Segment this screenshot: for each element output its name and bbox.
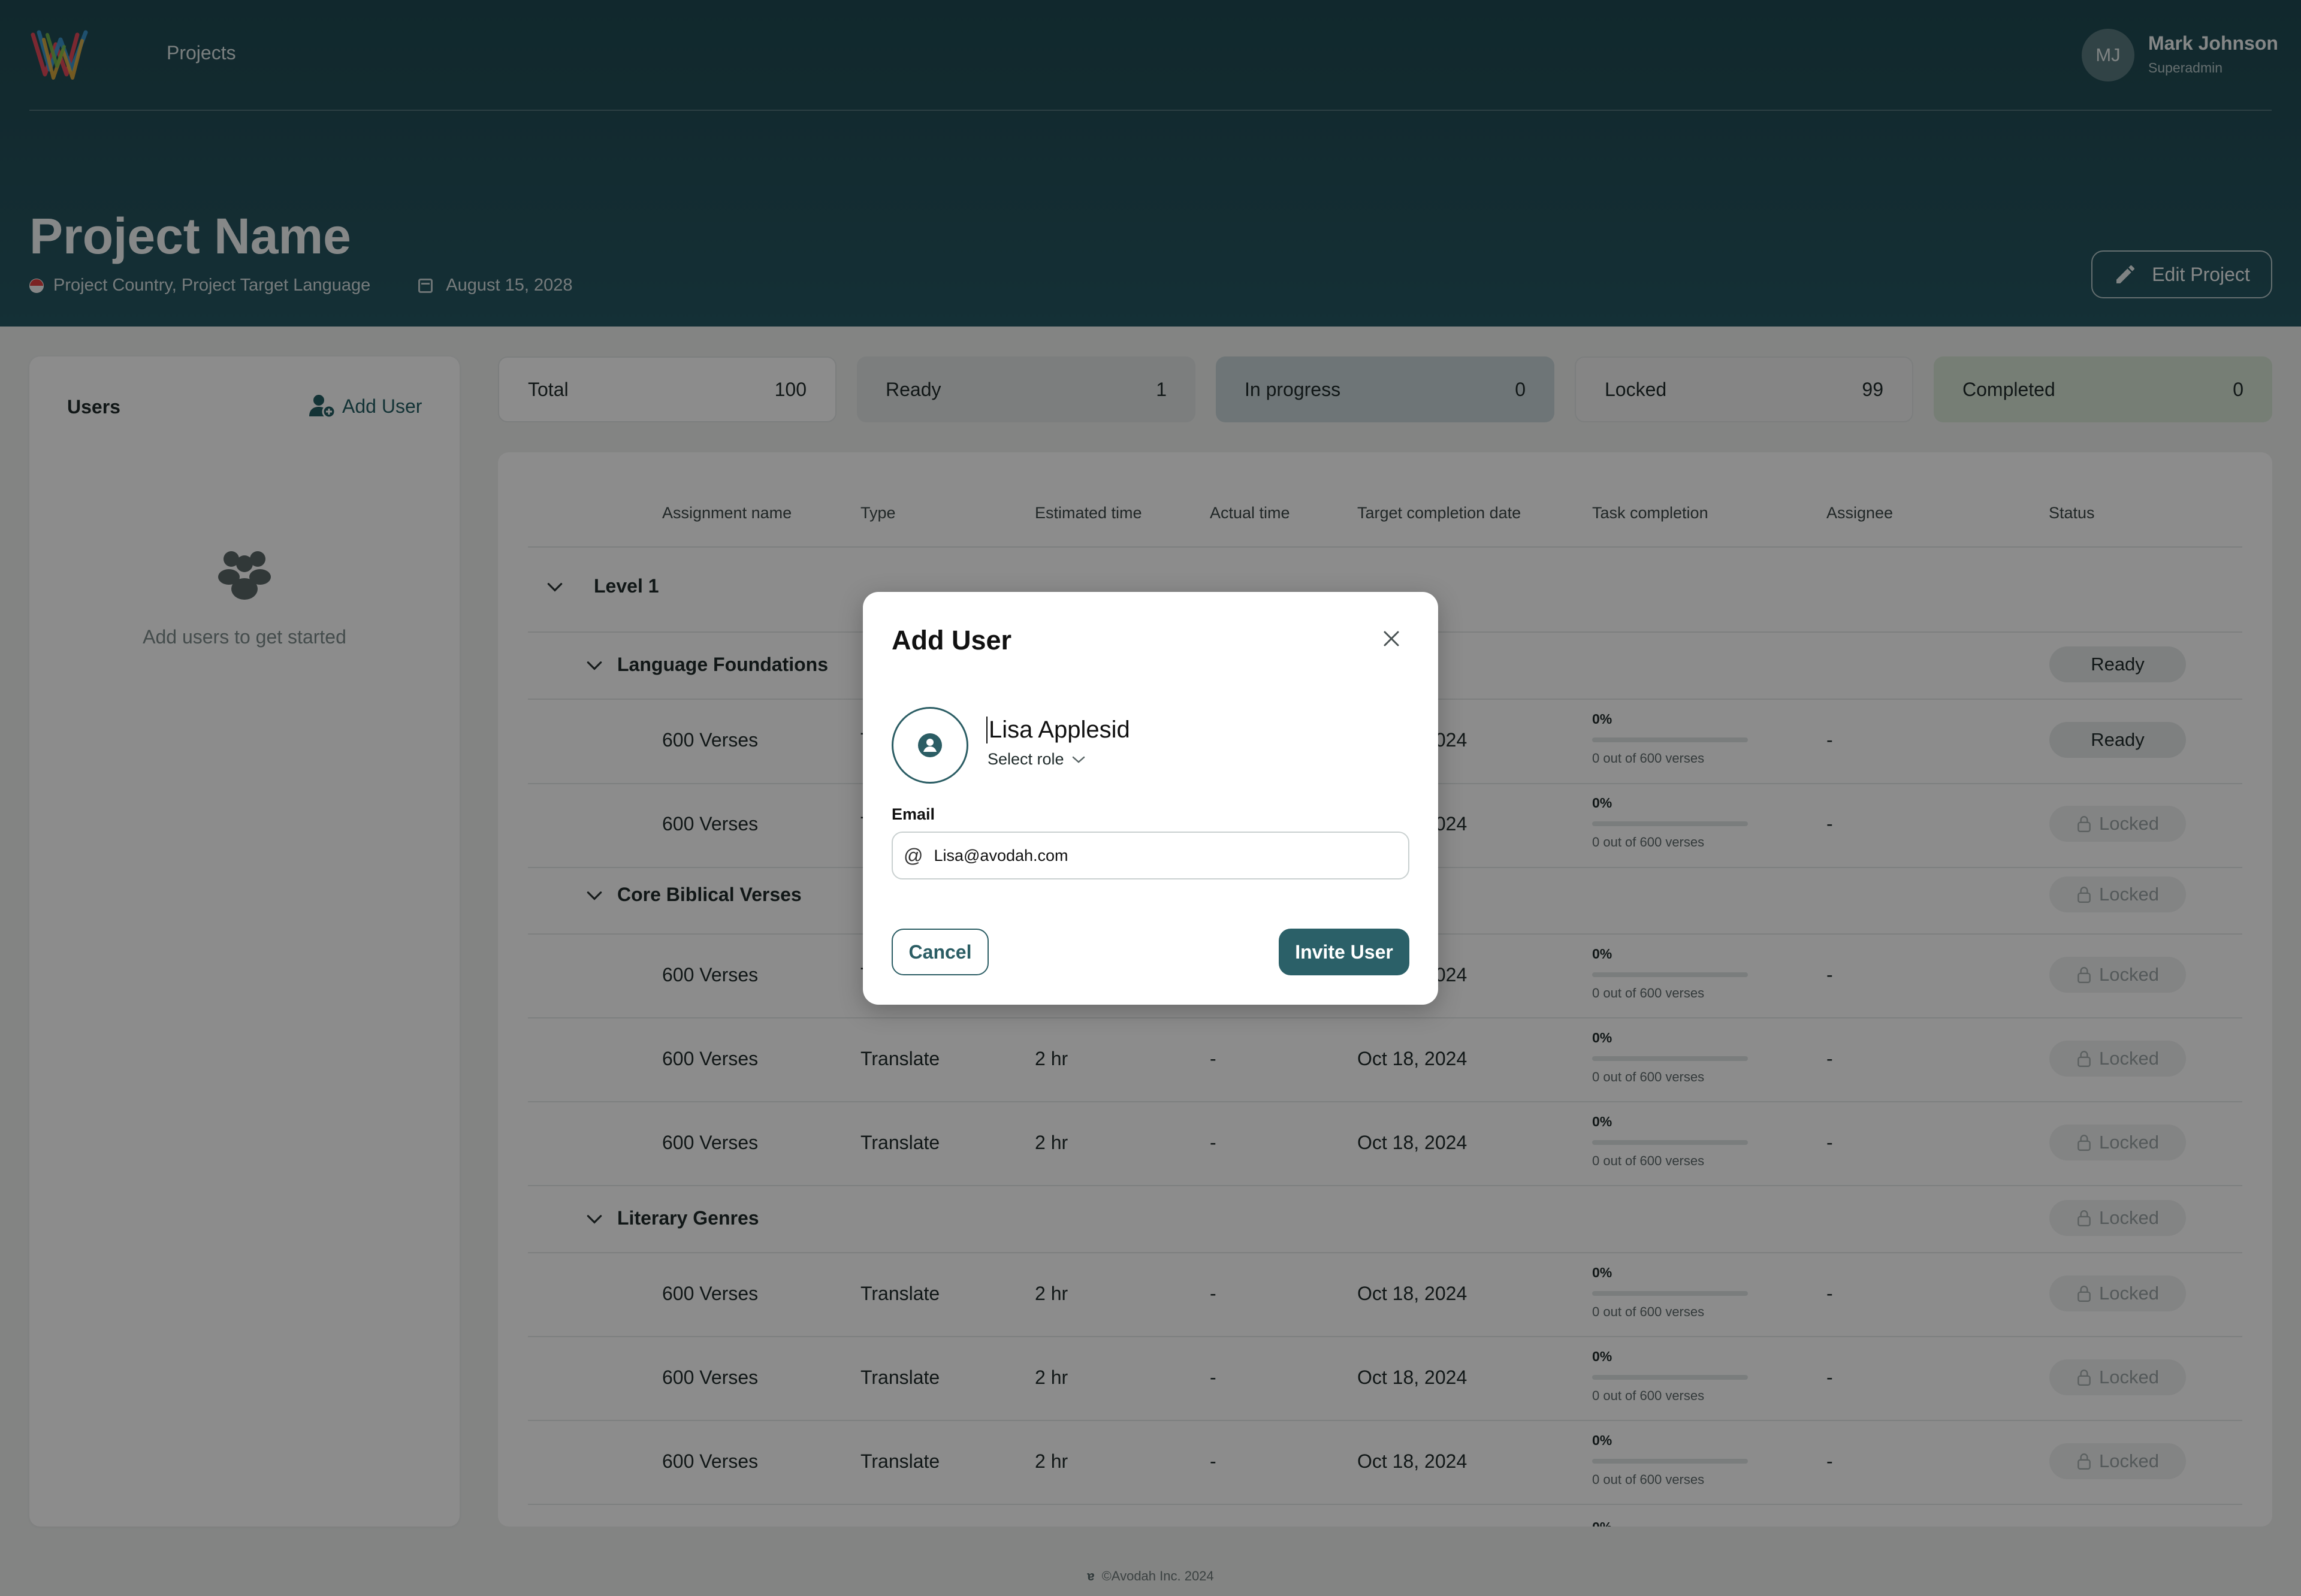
email-field[interactable]: @ Lisa@avodah.com [892,832,1409,879]
close-icon [1384,631,1399,646]
user-avatar-placeholder[interactable] [892,707,968,784]
email-value: Lisa@avodah.com [934,846,1068,864]
add-user-modal: Add User Lisa Applesid Select role Email… [863,592,1438,1005]
close-button[interactable] [1376,623,1407,654]
user-circle-icon [918,733,942,757]
at-icon: @ [904,844,923,866]
role-select[interactable]: Select role [988,750,1086,769]
modal-title: Add User [892,625,1012,655]
invite-user-button[interactable]: Invite User [1279,929,1409,975]
role-select-label: Select role [988,750,1064,768]
chevron-down-icon [1072,756,1085,763]
email-label: Email [892,805,935,823]
user-name-input[interactable]: Lisa Applesid [986,717,1130,743]
cancel-button[interactable]: Cancel [892,929,989,975]
